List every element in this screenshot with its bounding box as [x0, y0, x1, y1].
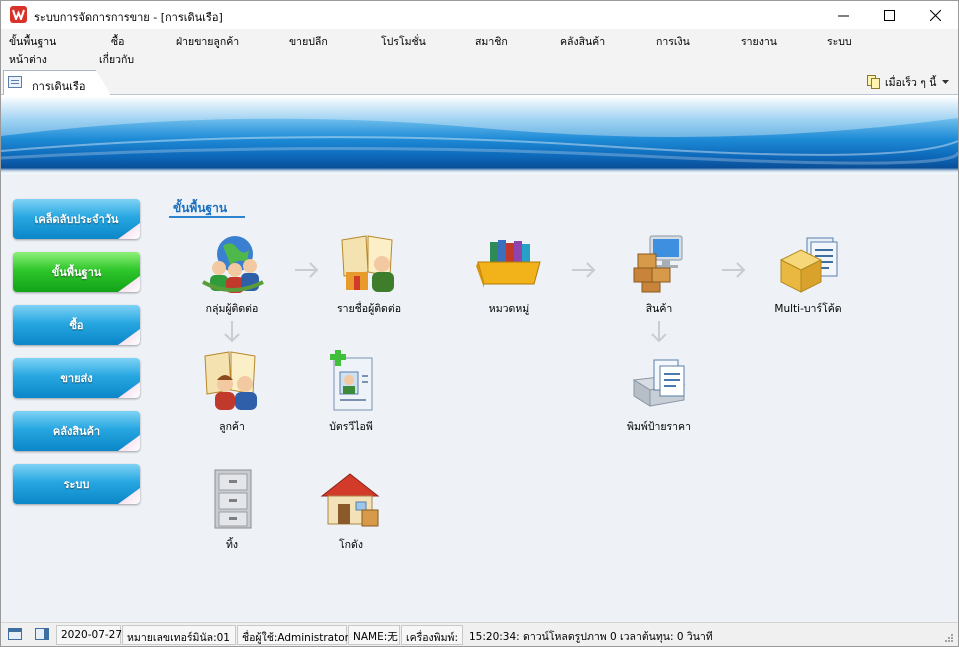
sidebar-item-purchase[interactable]: ซื้อ [13, 305, 140, 345]
window-icon [8, 76, 22, 88]
menu-window[interactable]: หน้าต่าง [9, 51, 47, 68]
arrow-right-icon [572, 262, 596, 278]
menu-purchase[interactable]: ซื้อ [111, 33, 124, 50]
menu-promotion[interactable]: โปรโมชั่น [381, 33, 426, 50]
minimize-button[interactable] [820, 1, 866, 29]
sidebar-item-system[interactable]: ระบบ [13, 464, 140, 504]
recent-pages-icon [867, 75, 880, 89]
status-message: 15:20:34: ดาวน์โหลดรูปภาพ 0 เวลาต้นทุน: … [469, 631, 713, 643]
func-warehouse[interactable]: โกดัง [296, 468, 406, 553]
menu-about[interactable]: เกี่ยวกับ [99, 51, 134, 68]
func-contact-list[interactable]: รายชื่อผู้ติดต่อ [314, 232, 424, 317]
menu-member[interactable]: สมาชิก [475, 33, 508, 50]
func-label: สินค้า [645, 303, 673, 315]
maximize-button[interactable] [866, 1, 912, 29]
header-banner [1, 96, 958, 174]
func-label: โกดัง [339, 539, 363, 551]
func-multi-barcode[interactable]: Multi-บาร์โค้ด [753, 232, 863, 317]
barcode-box-icon [773, 232, 843, 296]
warehouse-icon [316, 468, 386, 532]
arrow-right-icon [722, 262, 746, 278]
func-label: พิมพ์ป้ายราคา [627, 421, 691, 433]
contact-book-icon [334, 232, 404, 296]
func-label: ลูกค้า [219, 421, 245, 433]
menu-finance[interactable]: การเงิน [656, 33, 690, 50]
tab-navigation[interactable]: การเดินเรือ [3, 70, 111, 95]
func-print-price-label[interactable]: พิมพ์ป้ายราคา [604, 350, 714, 435]
recent-label: เมื่อเร็ว ๆ นี้ [885, 76, 937, 89]
product-computer-icon [624, 232, 694, 296]
sidebar-item-basic[interactable]: ขั้นพื้นฐาน [13, 252, 140, 292]
menu-warehouse[interactable]: คลังสินค้า [560, 33, 605, 50]
layout-vertical-icon[interactable] [35, 628, 49, 640]
sidebar-item-label: คลังสินค้า [52, 425, 101, 438]
arrow-right-icon [295, 262, 319, 278]
close-button[interactable] [912, 1, 958, 29]
func-label: Multi-บาร์โค้ด [774, 303, 842, 315]
func-product[interactable]: สินค้า [604, 232, 714, 317]
resize-grip-icon[interactable] [944, 633, 954, 643]
title-bar: ระบบการจัดการการขาย - [การเดินเรือ] [1, 1, 958, 29]
status-bar: 2020-07-27 หมายเลขเทอร์มินัล:01 ชื่อผู้ใ… [1, 622, 958, 646]
sidebar-item-warehouse[interactable]: คลังสินค้า [13, 411, 140, 451]
vip-card-icon [316, 350, 386, 414]
window-title: ระบบการจัดการการขาย - [การเดินเรือ] [34, 11, 223, 24]
chevron-down-icon [942, 80, 950, 84]
menu-bar: ขั้นพื้นฐาน ซื้อ ฝ่ายขายลูกค้า ขายปลีก โ… [1, 29, 958, 67]
func-discard[interactable]: ทิ้ง [177, 468, 287, 553]
func-label: หมวดหมู่ [488, 303, 530, 315]
arrow-down-icon [224, 321, 240, 343]
sidebar-item-wholesale[interactable]: ขายส่ง [13, 358, 140, 398]
app-window: ระบบการจัดการการขาย - [การเดินเรือ] ขั้น… [0, 0, 959, 647]
minimize-icon [837, 15, 849, 16]
main-panel: เคล็ดลับประจำวัน ขั้นพื้นฐาน ซื้อ ขายส่ง… [1, 174, 958, 622]
func-label: ทิ้ง [225, 539, 239, 551]
func-contact-group[interactable]: กลุ่มผู้ติดต่อ [177, 232, 287, 317]
maximize-icon [883, 9, 895, 21]
status-terminal: หมายเลขเทอร์มินัล:01 [122, 625, 236, 645]
sidebar-item-label: เคล็ดลับประจำวัน [34, 213, 119, 226]
func-category[interactable]: หมวดหมู่ [454, 232, 564, 317]
status-name: NAME:无 [348, 625, 400, 645]
tab-strip: การเดินเรือ เมื่อเร็ว ๆ นี้ [1, 67, 958, 95]
app-logo-icon [10, 6, 27, 23]
book-category-icon [474, 232, 544, 296]
sidebar-item-label: ขั้นพื้นฐาน [51, 266, 102, 279]
wave-decoration [1, 96, 958, 165]
customer-icon [197, 350, 267, 414]
menu-retail[interactable]: ขายปลีก [289, 33, 328, 50]
func-vip-card[interactable]: บัตรวีไอพี [296, 350, 406, 435]
sidebar-item-label: ซื้อ [69, 319, 84, 332]
menu-system[interactable]: ระบบ [827, 33, 852, 50]
section-underline [169, 216, 245, 218]
layout-horizontal-icon[interactable] [8, 628, 22, 640]
recent-dropdown[interactable]: เมื่อเร็ว ๆ นี้ [867, 74, 950, 90]
arrow-down-icon [651, 321, 667, 343]
globe-people-icon [197, 232, 267, 296]
close-icon [929, 9, 941, 21]
func-label: บัตรวีไอพี [329, 421, 373, 433]
tab-label: การเดินเรือ [32, 80, 86, 93]
func-label: กลุ่มผู้ติดต่อ [205, 303, 259, 315]
menu-report[interactable]: รายงาน [741, 33, 777, 50]
printer-icon [624, 350, 694, 414]
sidebar-item-label: ขายส่ง [60, 372, 93, 385]
func-customer[interactable]: ลูกค้า [177, 350, 287, 435]
status-printer: เครื่องพิมพ์: [401, 625, 463, 645]
cabinet-icon [197, 468, 267, 532]
status-user: ชื่อผู้ใช้:Administrator [237, 625, 349, 645]
menu-sales-customer[interactable]: ฝ่ายขายลูกค้า [176, 33, 239, 50]
menu-basic[interactable]: ขั้นพื้นฐาน [9, 33, 56, 50]
sidebar-item-label: ระบบ [63, 478, 90, 491]
status-date: 2020-07-27 [56, 625, 122, 645]
func-label: รายชื่อผู้ติดต่อ [336, 303, 402, 315]
sidebar-item-daily-tips[interactable]: เคล็ดลับประจำวัน [13, 199, 140, 239]
